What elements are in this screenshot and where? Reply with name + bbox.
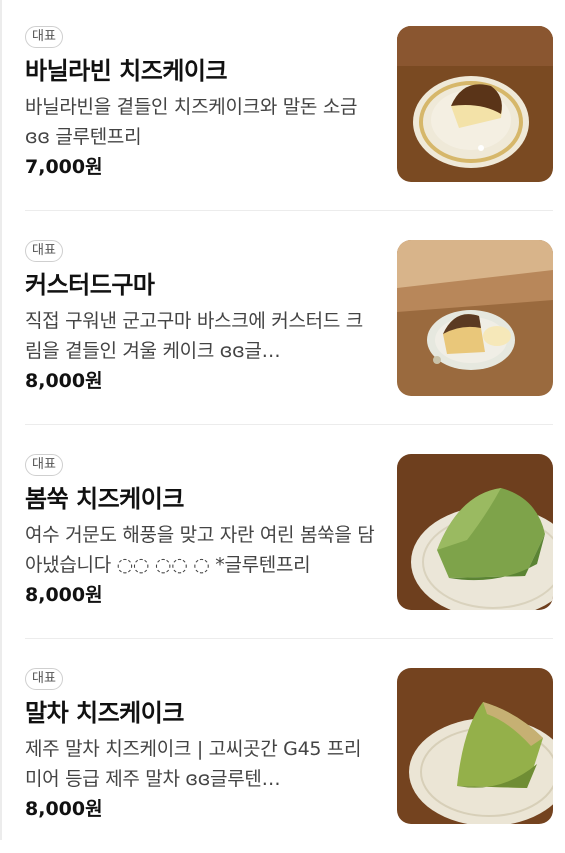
menu-item-photo[interactable] [397, 668, 553, 824]
menu-item[interactable]: 대표 봄쑥 치즈케이크 여수 거문도 해풍을 맞고 자란 여린 봄쑥을 담아냈습… [25, 453, 553, 639]
menu-item-text: 대표 말차 치즈케이크 제주 말차 치즈케이크 | 고씨곳간 G45 프리미어 … [25, 667, 377, 822]
menu-item-price: 8,000원 [25, 798, 103, 820]
menu-item-text: 대표 커스터드구마 직접 구워낸 군고구마 바스크에 커스터드 크림을 곁들인 … [25, 239, 377, 394]
menu-item-price: 8,000원 [25, 370, 103, 392]
menu-item-description: 제주 말차 치즈케이크 | 고씨곳간 G45 프리미어 등급 제주 말차 ɞɞ글… [25, 738, 362, 790]
menu-item-price: 8,000원 [25, 584, 103, 606]
menu-item-name: 말차 치즈케이크 [25, 699, 184, 727]
menu-item-description: 바닐라빈을 곁들인 치즈케이크와 말돈 소금 ɞɞ 글루텐프리 [25, 96, 358, 148]
menu-item-text: 대표 봄쑥 치즈케이크 여수 거문도 해풍을 맞고 자란 여린 봄쑥을 담아냈습… [25, 453, 377, 608]
menu-item[interactable]: 대표 말차 치즈케이크 제주 말차 치즈케이크 | 고씨곳간 G45 프리미어 … [25, 667, 553, 853]
menu-item-text: 대표 바닐라빈 치즈케이크 바닐라빈을 곁들인 치즈케이크와 말돈 소금 ɞɞ … [25, 25, 377, 180]
menu-item-name: 봄쑥 치즈케이크 [25, 485, 184, 513]
signature-badge: 대표 [25, 26, 63, 48]
signature-badge: 대표 [25, 454, 63, 476]
menu-item-name: 커스터드구마 [25, 271, 155, 299]
signature-badge: 대표 [25, 240, 63, 262]
menu-item-photo[interactable] [397, 240, 553, 396]
menu-item-photo[interactable] [397, 454, 553, 610]
menu-item-photo[interactable] [397, 26, 553, 182]
menu-item-description: 여수 거문도 해풍을 맞고 자란 여린 봄쑥을 담아냈습니다 ◌◌ ◌◌ ◌ *… [25, 524, 375, 576]
signature-badge: 대표 [25, 668, 63, 690]
menu-list: 대표 바닐라빈 치즈케이크 바닐라빈을 곁들인 치즈케이크와 말돈 소금 ɞɞ … [25, 25, 553, 853]
left-edge-divider [0, 0, 2, 840]
menu-item-description: 직접 구워낸 군고구마 바스크에 커스터드 크림을 곁들인 겨울 케이크 ɞɞ글… [25, 310, 363, 362]
menu-item[interactable]: 대표 커스터드구마 직접 구워낸 군고구마 바스크에 커스터드 크림을 곁들인 … [25, 239, 553, 425]
menu-item[interactable]: 대표 바닐라빈 치즈케이크 바닐라빈을 곁들인 치즈케이크와 말돈 소금 ɞɞ … [25, 25, 553, 211]
menu-item-price: 7,000원 [25, 156, 103, 178]
menu-item-name: 바닐라빈 치즈케이크 [25, 57, 228, 85]
